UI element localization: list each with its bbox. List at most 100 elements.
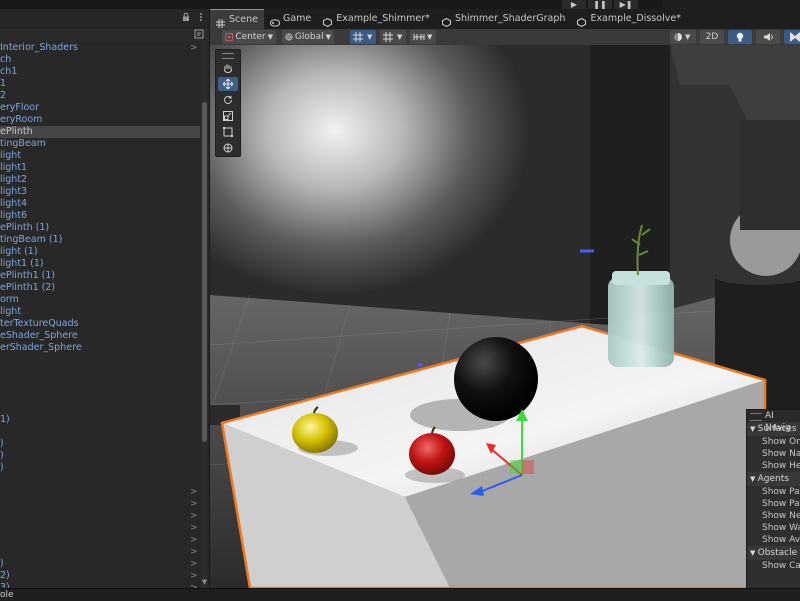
hierarchy-item[interactable]: eryRoom: [0, 114, 200, 126]
hierarchy-item[interactable]: light4: [0, 198, 200, 210]
hierarchy-item[interactable]: light (1): [0, 246, 200, 258]
hierarchy-item[interactable]: ch1: [0, 66, 200, 78]
hierarchy-item[interactable]: 1: [0, 78, 200, 90]
ai-nav-toggle[interactable]: Show Ne: [747, 510, 800, 522]
hierarchy-item[interactable]: 2: [0, 90, 200, 102]
hierarchy-item[interactable]: eryFloor: [0, 102, 200, 114]
expand-arrow-icon[interactable]: >: [190, 546, 198, 558]
hierarchy-item[interactable]: 1): [0, 414, 200, 426]
tab-example-shimmer[interactable]: Example_Shimmer*: [317, 9, 436, 29]
expand-arrow-icon[interactable]: >: [190, 558, 198, 570]
hierarchy-item[interactable]: [0, 366, 200, 378]
scroll-down-icon[interactable]: ▼: [201, 578, 208, 588]
toggle-2d-button[interactable]: 2D: [700, 30, 724, 44]
kebab-menu-icon[interactable]: [196, 12, 206, 22]
collapse-arrow-icon[interactable]: ▼: [750, 475, 758, 483]
ai-navigation-title[interactable]: AI Navig: [747, 410, 800, 433]
move-tool-button[interactable]: [218, 77, 238, 91]
expand-arrow-icon[interactable]: >: [190, 498, 198, 510]
scale-tool-button[interactable]: [218, 109, 238, 123]
pivot-dropdown[interactable]: Center ▼: [222, 30, 276, 44]
ai-nav-toggle[interactable]: Show Av: [747, 534, 800, 546]
increment-snap-button[interactable]: ▼: [410, 30, 436, 44]
hierarchy-item[interactable]: light1 (1): [0, 258, 200, 270]
collapse-arrow-icon[interactable]: ▼: [750, 549, 758, 557]
hierarchy-item[interactable]: eShader_Sphere: [0, 330, 200, 342]
hierarchy-item[interactable]: ) >: [0, 558, 200, 570]
tab-scene[interactable]: Scene: [210, 9, 264, 30]
search-filter-icon[interactable]: [194, 29, 204, 39]
expand-arrow-icon[interactable]: >: [190, 522, 198, 534]
ai-nav-toggle[interactable]: Show Ca: [747, 560, 800, 572]
effects-toggle[interactable]: [784, 30, 800, 44]
audio-toggle[interactable]: [756, 30, 780, 44]
hierarchy-item[interactable]: [0, 390, 200, 402]
rotate-tool-button[interactable]: [218, 93, 238, 107]
hierarchy-item[interactable]: [0, 354, 200, 366]
hierarchy-item[interactable]: tingBeam: [0, 138, 200, 150]
hierarchy-item[interactable]: >: [0, 522, 200, 534]
hierarchy-item[interactable]: >: [0, 510, 200, 522]
ai-nav-toggle[interactable]: Show Na: [747, 448, 800, 460]
hierarchy-item[interactable]: ): [0, 450, 200, 462]
hierarchy-item[interactable]: >: [0, 546, 200, 558]
hierarchy-item[interactable]: [0, 402, 200, 414]
hierarchy-item[interactable]: ePlinth1 (1): [0, 270, 200, 282]
hierarchy-item[interactable]: >: [0, 486, 200, 498]
lock-icon[interactable]: [181, 12, 191, 22]
hierarchy-scrollbar[interactable]: ▼: [201, 42, 208, 588]
hierarchy-item[interactable]: light: [0, 306, 200, 318]
space-dropdown[interactable]: Global ▼: [282, 30, 334, 44]
lighting-toggle[interactable]: [728, 30, 752, 44]
pause-button[interactable]: ❚❚: [588, 0, 612, 9]
scrollbar-thumb[interactable]: [202, 102, 207, 442]
hierarchy-item[interactable]: >: [0, 534, 200, 546]
tab-example-dissolve[interactable]: Example_Dissolve*: [571, 9, 687, 29]
hierarchy-item[interactable]: [0, 378, 200, 390]
rect-tool-button[interactable]: [218, 125, 238, 139]
hierarchy-item[interactable]: light: [0, 150, 200, 162]
expand-arrow-icon[interactable]: >: [190, 570, 198, 582]
expand-arrow-icon[interactable]: >: [190, 534, 198, 546]
hierarchy-item[interactable]: tingBeam (1): [0, 234, 200, 246]
drag-handle-icon[interactable]: [750, 413, 762, 421]
hierarchy-item[interactable]: 2) >: [0, 570, 200, 582]
hand-tool-button[interactable]: [218, 61, 238, 75]
play-button[interactable]: ▶: [562, 0, 586, 9]
hierarchy-item[interactable]: ePlinth1 (2): [0, 282, 200, 294]
expand-arrow-icon[interactable]: >: [190, 510, 198, 522]
scene-viewport[interactable]: [210, 45, 800, 588]
hierarchy-item[interactable]: >: [0, 498, 200, 510]
ai-nav-toggle[interactable]: Show On: [747, 436, 800, 448]
transform-tool-button[interactable]: [218, 141, 238, 155]
ai-nav-toggle[interactable]: Show Wa: [747, 522, 800, 534]
hierarchy-item[interactable]: terTextureQuads: [0, 318, 200, 330]
draw-mode-dropdown[interactable]: ▼: [670, 30, 696, 44]
hierarchy-item[interactable]: light1: [0, 162, 200, 174]
hierarchy-item[interactable]: ePlinth (1): [0, 222, 200, 234]
ai-nav-toggle[interactable]: Show Pat: [747, 486, 800, 498]
hierarchy-item[interactable]: ): [0, 438, 200, 450]
collapse-arrow-icon[interactable]: ▼: [750, 425, 758, 433]
hierarchy-item[interactable]: light3: [0, 186, 200, 198]
expand-arrow-icon[interactable]: >: [190, 42, 198, 54]
ai-nav-toggle[interactable]: Show Pat: [747, 498, 800, 510]
hierarchy-item[interactable]: ch: [0, 54, 200, 66]
tab-game[interactable]: Game: [264, 9, 317, 29]
grid-visibility-button[interactable]: ▼: [380, 30, 406, 44]
hierarchy-item[interactable]: ): [0, 462, 200, 474]
ai-nav-section[interactable]: ▼ Obstacle: [747, 546, 800, 560]
hierarchy-item[interactable]: light2: [0, 174, 200, 186]
ai-nav-section[interactable]: ▼ Agents: [747, 472, 800, 486]
palette-grip[interactable]: [222, 53, 234, 59]
hierarchy-item[interactable]: [0, 426, 200, 438]
tab-shimmer-shadergraph[interactable]: Shimmer_ShaderGraph: [436, 9, 572, 29]
ai-nav-toggle[interactable]: Show He: [747, 460, 800, 472]
hierarchy-item[interactable]: light6: [0, 210, 200, 222]
scene-render[interactable]: [210, 45, 800, 588]
expand-arrow-icon[interactable]: >: [190, 486, 198, 498]
hierarchy-search[interactable]: [0, 28, 209, 41]
step-button[interactable]: ▶❚: [614, 0, 638, 9]
hierarchy-item[interactable]: orm: [0, 294, 200, 306]
hierarchy-item[interactable]: ePlinth: [0, 126, 200, 138]
